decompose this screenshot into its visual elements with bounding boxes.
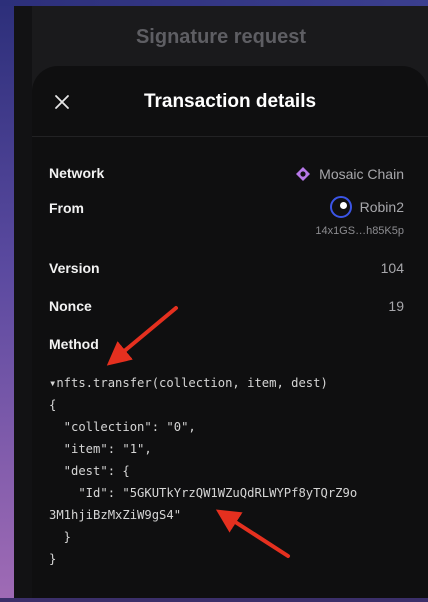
account-name: Robin2 (359, 199, 404, 215)
window-frame-bottom (0, 598, 428, 602)
mosaic-chain-icon (296, 167, 311, 181)
nonce-label: Nonce (49, 298, 92, 314)
account-address: 14x1GS…h85K5p (315, 225, 404, 237)
version-value: 104 (380, 260, 404, 276)
from-account[interactable]: Robin2 (329, 196, 404, 218)
code-line: "collection": "0", (49, 420, 196, 434)
network-value: Mosaic Chain (295, 165, 404, 183)
method-label: Method (49, 336, 99, 352)
network-name: Mosaic Chain (319, 166, 404, 182)
background-panel-strip (14, 6, 32, 598)
sheet-header: Transaction details (32, 66, 428, 138)
from-label: From (49, 200, 84, 216)
transaction-details-sheet: Transaction details Network Mosaic Chain… (32, 66, 428, 598)
code-line: } (49, 552, 57, 566)
code-line: { (49, 398, 57, 412)
signature-request-title: Signature request (135, 26, 307, 48)
code-line: 3M1hjiBzMxZiW9gS4" (49, 508, 182, 522)
method-code-block: ▾nfts.transfer(collection, item, dest) {… (49, 372, 417, 570)
window-frame-left (0, 0, 14, 602)
account-avatar (329, 196, 352, 218)
code-line: "dest": { (49, 464, 130, 478)
header-divider (32, 136, 428, 137)
code-line: "item": "1", (49, 442, 152, 456)
code-line: } (49, 530, 72, 544)
nonce-value: 19 (388, 298, 404, 314)
code-line: "Id": "5GKUTkYrzQW1WZuQdRLWYPf8yTQrZ9o (49, 486, 358, 500)
wallet-popup: Signature request Transaction details Ne… (14, 6, 428, 598)
network-label: Network (49, 165, 105, 181)
method-call-toggle[interactable]: ▾nfts.transfer(collection, item, dest) (49, 372, 417, 394)
version-label: Version (49, 260, 100, 276)
sheet-title: Transaction details (143, 91, 317, 112)
